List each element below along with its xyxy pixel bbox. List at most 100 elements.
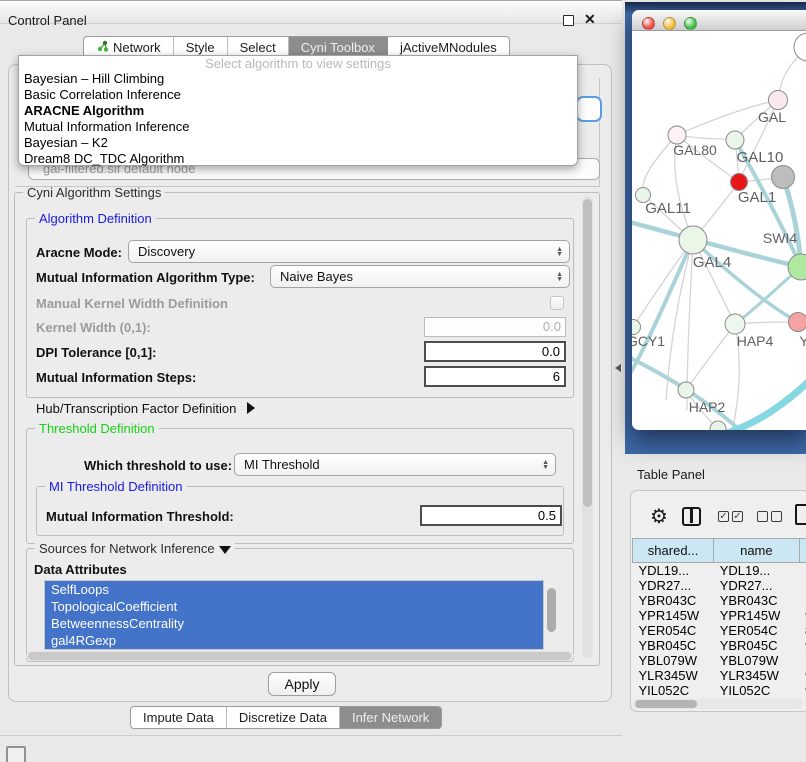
algorithm-option-bayesian-hill-climbing[interactable]: Bayesian – Hill Climbing bbox=[19, 71, 577, 87]
column-header-shared[interactable]: shared... bbox=[633, 539, 714, 563]
close-panel-icon[interactable]: ✕ bbox=[584, 11, 596, 28]
gear-icon[interactable]: ⚙ bbox=[650, 504, 668, 529]
network-node[interactable] bbox=[794, 33, 806, 61]
checked-box-icon: ✓ bbox=[718, 511, 729, 522]
node-label-gal4: GAL4 bbox=[693, 254, 731, 271]
bottom-tab-label: Impute Data bbox=[143, 710, 214, 725]
network-edge[interactable] bbox=[643, 135, 677, 195]
manual-kernel-checkbox[interactable] bbox=[550, 296, 564, 310]
table-cell: YIL052C bbox=[633, 683, 714, 698]
pane-divider-arrow[interactable] bbox=[615, 364, 621, 372]
table-cell bbox=[799, 593, 806, 608]
attribute-item-topologicalcoefficient[interactable]: TopologicalCoefficient bbox=[45, 598, 543, 615]
mi-steps-field[interactable]: 6 bbox=[424, 366, 566, 387]
table-header-row[interactable]: shared...nameA bbox=[633, 539, 806, 563]
attribute-item-selfloops[interactable]: SelfLoops bbox=[45, 581, 543, 598]
mi-type-combo[interactable]: Naive Bayes ▲▼ bbox=[270, 265, 570, 288]
aracne-mode-combo[interactable]: Discovery ▲▼ bbox=[128, 240, 570, 263]
table-row[interactable]: YDL19...YDL19...13 bbox=[633, 563, 806, 579]
minimize-traffic-light-icon[interactable] bbox=[663, 17, 676, 30]
hub-definition-toggle[interactable]: Hub/Transcription Factor Definition bbox=[36, 400, 255, 418]
network-node[interactable] bbox=[726, 131, 744, 149]
algorithm-option-basic-correlation-inference[interactable]: Basic Correlation Inference bbox=[19, 87, 577, 103]
table-cell: YLR345W bbox=[633, 668, 714, 683]
table-cell: 9. bbox=[799, 668, 806, 683]
table-cell: YDR27... bbox=[633, 578, 714, 593]
algorithm-option-mutual-information-inference[interactable]: Mutual Information Inference bbox=[19, 119, 577, 135]
table-cell: YPR145W bbox=[633, 608, 714, 623]
network-edge[interactable] bbox=[783, 177, 801, 267]
network-icon bbox=[96, 40, 109, 56]
combo-stepper-icon: ▲▼ bbox=[542, 460, 549, 470]
aracne-mode-label: Aracne Mode: bbox=[36, 245, 122, 260]
network-canvas[interactable]: GALGAL80GAL10GAL1GAL11SWI4GAL4HAP4YGCY1H… bbox=[632, 32, 806, 430]
data-attributes-label: Data Attributes bbox=[34, 562, 127, 577]
column-header-name[interactable]: name bbox=[714, 539, 799, 563]
cyni-bottom-tabs: Impute Data Discretize DataInfer Network bbox=[130, 706, 442, 729]
algorithm-option-bayesian-k2[interactable]: Bayesian – K2 bbox=[19, 135, 577, 151]
network-node[interactable] bbox=[731, 174, 748, 191]
dpi-tolerance-field[interactable]: 0.0 bbox=[424, 341, 566, 362]
settings-scrollbar-thumb[interactable] bbox=[583, 199, 592, 507]
table-cell: YBR043C bbox=[633, 593, 714, 608]
column-header-a[interactable]: A bbox=[799, 539, 806, 563]
network-node[interactable] bbox=[769, 91, 788, 110]
kernel-width-field[interactable]: 0.0 bbox=[424, 317, 566, 337]
network-node[interactable] bbox=[679, 226, 707, 254]
column-view-icon[interactable] bbox=[682, 507, 701, 526]
attributes-scrollbar-thumb[interactable] bbox=[547, 588, 556, 632]
close-traffic-light-icon[interactable] bbox=[642, 17, 655, 30]
table-cell: YPR145W bbox=[714, 608, 799, 623]
table-row[interactable]: YBR043CYBR043C bbox=[633, 593, 806, 608]
apply-button[interactable]: Apply bbox=[268, 672, 336, 696]
bottom-tab-impute-data[interactable]: Impute Data bbox=[131, 707, 227, 728]
mi-steps-label: Mutual Information Steps: bbox=[36, 370, 196, 385]
algorithm-popup-list: Bayesian – Hill ClimbingBasic Correlatio… bbox=[19, 71, 577, 167]
network-node[interactable] bbox=[725, 314, 745, 334]
attribute-item-betweennesscentrality[interactable]: BetweennessCentrality bbox=[45, 615, 543, 632]
table-row[interactable]: YBR045CYBR045C9. bbox=[633, 638, 806, 653]
table-cell: YBR045C bbox=[633, 638, 714, 653]
table-row[interactable]: YLR345WYLR345W9. bbox=[633, 668, 806, 683]
float-panel-icon[interactable] bbox=[563, 15, 574, 26]
network-window[interactable]: GALGAL80GAL10GAL1GAL11SWI4GAL4HAP4YGCY1H… bbox=[632, 10, 806, 430]
table-row[interactable]: YER054CYER054C8. bbox=[633, 623, 806, 638]
control-panel-bottom-border bbox=[0, 735, 622, 736]
algorithm-option-aracne-algorithm[interactable]: ARACNE Algorithm bbox=[19, 103, 577, 119]
network-node[interactable] bbox=[678, 382, 694, 398]
bottom-tab-discretize-data[interactable]: Discretize Data bbox=[227, 707, 340, 728]
network-edge[interactable] bbox=[633, 240, 693, 327]
checked-box-icon: ✓ bbox=[732, 511, 743, 522]
bottom-tab-infer-network[interactable]: Infer Network bbox=[340, 707, 441, 728]
table-cell: YBR043C bbox=[714, 593, 799, 608]
table-hscrollbar-thumb[interactable] bbox=[635, 700, 697, 708]
sources-title-text: Sources for Network Inference bbox=[39, 541, 215, 556]
attribute-item-gal4rgexp[interactable]: gal4RGexp bbox=[45, 632, 543, 649]
network-window-titlebar[interactable] bbox=[632, 10, 806, 31]
table-row[interactable]: YIL052CYIL052C9 bbox=[633, 683, 806, 698]
mi-threshold-field[interactable]: 0.5 bbox=[420, 505, 562, 526]
show-columns-icon[interactable]: ✓ ✓ bbox=[718, 511, 743, 522]
zoom-traffic-light-icon[interactable] bbox=[684, 17, 697, 30]
settings-hscrollbar-thumb[interactable] bbox=[28, 652, 571, 660]
hide-columns-icon[interactable] bbox=[757, 511, 782, 522]
table-cell: 9 bbox=[799, 683, 806, 698]
node-table[interactable]: shared...nameA YDL19...YDL19...13YDR27..… bbox=[632, 538, 806, 698]
network-graph: GALGAL80GAL10GAL1GAL11SWI4GAL4HAP4YGCY1H… bbox=[632, 32, 806, 430]
sources-group-title[interactable]: Sources for Network Inference bbox=[35, 541, 235, 556]
tab-label: Network bbox=[113, 40, 161, 55]
table-row[interactable]: YBL079WYBL079W bbox=[633, 653, 806, 668]
collapsed-panel-icon[interactable] bbox=[6, 746, 26, 762]
network-edge[interactable] bbox=[686, 324, 735, 390]
network-node[interactable] bbox=[789, 313, 806, 332]
table-cell: 13 bbox=[799, 563, 806, 579]
data-attributes-list[interactable]: SelfLoopsTopologicalCoefficientBetweenne… bbox=[44, 580, 544, 650]
which-threshold-combo[interactable]: MI Threshold ▲▼ bbox=[234, 453, 556, 476]
export-table-icon[interactable] bbox=[795, 504, 806, 525]
network-node[interactable] bbox=[772, 166, 795, 189]
algorithm-option-dream8-dc-tdc-algorithm[interactable]: Dream8 DC_TDC Algorithm bbox=[19, 151, 577, 167]
table-row[interactable]: YPR145WYPR145W9. bbox=[633, 608, 806, 623]
algorithm-combo-focus-ring[interactable] bbox=[576, 96, 602, 122]
table-row[interactable]: YDR27...YDR27...12 bbox=[633, 578, 806, 593]
table-cell: YIL052C bbox=[714, 683, 799, 698]
